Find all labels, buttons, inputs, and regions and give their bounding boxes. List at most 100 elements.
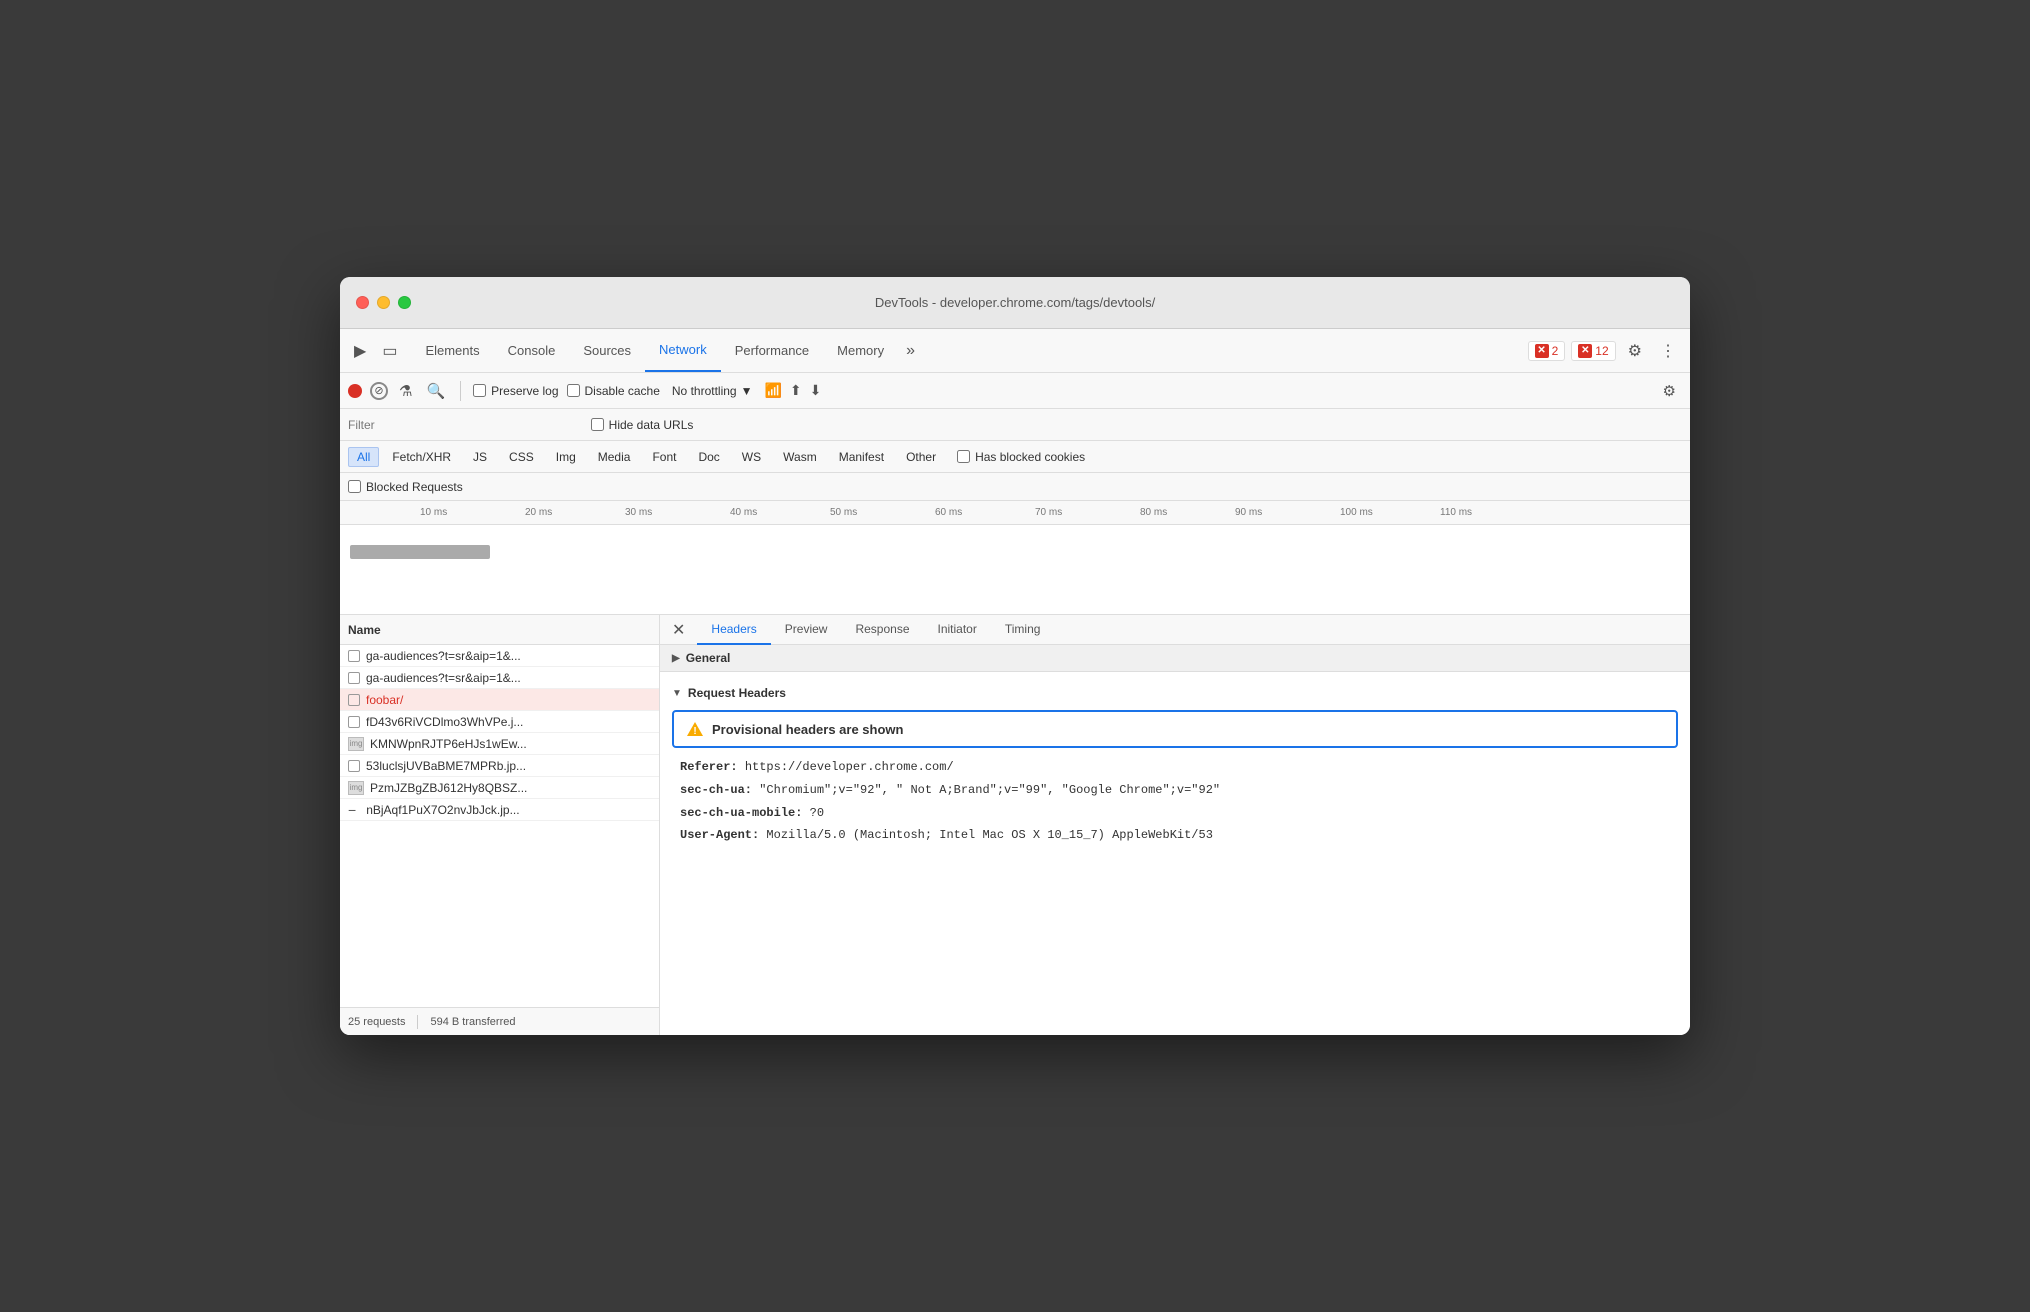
close-panel-button[interactable]: ✕ bbox=[668, 618, 693, 642]
tick-70ms: 70 ms bbox=[1035, 507, 1062, 518]
blocked-requests-checkbox[interactable]: Blocked Requests bbox=[348, 480, 463, 494]
request-name: fD43v6RiVCDlmo3WhVPe.j... bbox=[366, 715, 651, 729]
error-count-badge[interactable]: ✕ 2 bbox=[1528, 341, 1566, 361]
type-btn-js[interactable]: JS bbox=[464, 447, 496, 467]
request-checkbox[interactable] bbox=[348, 650, 360, 662]
type-btn-other[interactable]: Other bbox=[897, 447, 945, 467]
preserve-log-input[interactable] bbox=[473, 384, 486, 397]
general-section-header[interactable]: ▶ General bbox=[660, 645, 1690, 672]
request-checkbox[interactable] bbox=[348, 694, 360, 706]
close-button[interactable] bbox=[356, 296, 369, 309]
device-icon[interactable]: ▭ bbox=[376, 337, 403, 365]
tick-110ms: 110 ms bbox=[1440, 507, 1472, 518]
tab-memory[interactable]: Memory bbox=[823, 329, 898, 372]
header-value: ?0 bbox=[810, 806, 824, 820]
type-btn-doc[interactable]: Doc bbox=[689, 447, 728, 467]
type-btn-font[interactable]: Font bbox=[643, 447, 685, 467]
clear-button[interactable]: ⊘ bbox=[370, 382, 388, 400]
headers-panel: ✕ Headers Preview Response Initiator Tim… bbox=[660, 615, 1690, 1035]
request-item[interactable]: − nBjAqf1PuX7O2nvJbJck.jp... bbox=[340, 799, 659, 821]
window-title: DevTools - developer.chrome.com/tags/dev… bbox=[875, 295, 1155, 310]
request-item[interactable]: ga-audiences?t=sr&aip=1&... bbox=[340, 667, 659, 689]
requests-list: ga-audiences?t=sr&aip=1&... ga-audiences… bbox=[340, 645, 659, 1007]
request-checkbox[interactable] bbox=[348, 672, 360, 684]
request-checkbox[interactable] bbox=[348, 760, 360, 772]
type-btn-all[interactable]: All bbox=[348, 447, 379, 467]
tab-headers[interactable]: Headers bbox=[697, 615, 770, 645]
tab-network[interactable]: Network bbox=[645, 329, 721, 372]
type-btn-img[interactable]: Img bbox=[547, 447, 585, 467]
header-key: sec-ch-ua-mobile: bbox=[680, 806, 802, 820]
cursor-icon[interactable]: ▶ bbox=[348, 337, 372, 365]
wifi-icon[interactable]: 📶 bbox=[764, 382, 781, 399]
warning-count-badge[interactable]: ✕ 12 bbox=[1571, 341, 1615, 361]
filter-icon[interactable]: ⚗ bbox=[396, 379, 415, 403]
disable-cache-input[interactable] bbox=[567, 384, 580, 397]
throttle-dropdown-arrow: ▼ bbox=[741, 384, 753, 398]
tick-20ms: 20 ms bbox=[525, 507, 552, 518]
network-settings-icon[interactable]: ⚙ bbox=[1657, 378, 1682, 404]
search-icon[interactable]: 🔍 bbox=[423, 379, 448, 403]
maximize-button[interactable] bbox=[398, 296, 411, 309]
request-item[interactable]: 53luclsjUVBaBME7MPRb.jp... bbox=[340, 755, 659, 777]
tab-timing[interactable]: Timing bbox=[991, 615, 1055, 645]
disable-cache-checkbox[interactable]: Disable cache bbox=[567, 384, 660, 398]
type-btn-ws[interactable]: WS bbox=[733, 447, 770, 467]
header-key: User-Agent: bbox=[680, 828, 759, 842]
minimize-button[interactable] bbox=[377, 296, 390, 309]
tab-elements[interactable]: Elements bbox=[411, 329, 493, 372]
tab-response[interactable]: Response bbox=[841, 615, 923, 645]
timeline-ruler: 10 ms 20 ms 30 ms 40 ms 50 ms 60 ms 70 m… bbox=[340, 501, 1690, 525]
type-btn-fetch-xhr[interactable]: Fetch/XHR bbox=[383, 447, 460, 467]
blocked-requests-input[interactable] bbox=[348, 480, 361, 493]
blocked-cookies-checkbox[interactable]: Has blocked cookies bbox=[957, 450, 1085, 464]
download-icon[interactable]: ⬇ bbox=[810, 382, 822, 399]
more-tabs-button[interactable]: » bbox=[898, 338, 923, 364]
transferred-size: 594 B transferred bbox=[430, 1016, 515, 1028]
svg-text:!: ! bbox=[693, 726, 696, 737]
type-btn-manifest[interactable]: Manifest bbox=[830, 447, 893, 467]
tick-10ms: 10 ms bbox=[420, 507, 447, 518]
tab-preview[interactable]: Preview bbox=[771, 615, 842, 645]
record-button[interactable] bbox=[348, 384, 362, 398]
type-btn-wasm[interactable]: Wasm bbox=[774, 447, 826, 467]
type-btn-css[interactable]: CSS bbox=[500, 447, 543, 467]
request-headers-title[interactable]: ▼ Request Headers bbox=[660, 680, 1690, 706]
tick-60ms: 60 ms bbox=[935, 507, 962, 518]
blocked-requests-bar: Blocked Requests bbox=[340, 473, 1690, 501]
tick-40ms: 40 ms bbox=[730, 507, 757, 518]
warning-triangle-icon: ! bbox=[686, 720, 704, 738]
type-filter-bar: All Fetch/XHR JS CSS Img Media Font Doc … bbox=[340, 441, 1690, 473]
header-row-sec-ch-ua-mobile: sec-ch-ua-mobile: ?0 bbox=[660, 802, 1690, 825]
network-toolbar: ⊘ ⚗ 🔍 Preserve log Disable cache No thro… bbox=[340, 373, 1690, 409]
warning-icon: ✕ bbox=[1578, 344, 1592, 358]
hide-data-urls-checkbox[interactable]: Hide data URLs bbox=[591, 418, 694, 432]
header-value: Mozilla/5.0 (Macintosh; Intel Mac OS X 1… bbox=[766, 828, 1212, 842]
headers-content: ▶ General ▼ Request Headers ! bbox=[660, 645, 1690, 1035]
request-item[interactable]: img PzmJZBgZBJ612Hy8QBSZ... bbox=[340, 777, 659, 799]
request-headers-section: ▼ Request Headers ! Provisional headers … bbox=[660, 672, 1690, 855]
request-name: 53luclsjUVBaBME7MPRb.jp... bbox=[366, 759, 651, 773]
devtools-tabs-bar: ▶ ▭ Elements Console Sources Network Per… bbox=[340, 329, 1690, 373]
blocked-cookies-input[interactable] bbox=[957, 450, 970, 463]
request-item-foobar[interactable]: foobar/ bbox=[340, 689, 659, 711]
tab-initiator[interactable]: Initiator bbox=[924, 615, 991, 645]
request-checkbox[interactable] bbox=[348, 716, 360, 728]
type-btn-media[interactable]: Media bbox=[589, 447, 640, 467]
tab-performance[interactable]: Performance bbox=[721, 329, 823, 372]
header-row-referer: Referer: https://developer.chrome.com/ bbox=[660, 756, 1690, 779]
request-item[interactable]: img KMNWpnRJTP6eHJs1wEw... bbox=[340, 733, 659, 755]
header-value: https://developer.chrome.com/ bbox=[745, 760, 954, 774]
tab-console[interactable]: Console bbox=[494, 329, 570, 372]
more-options-icon[interactable]: ⋮ bbox=[1654, 337, 1682, 365]
upload-icon[interactable]: ⬆ bbox=[790, 382, 802, 399]
minus-icon: − bbox=[348, 802, 356, 818]
throttle-selector[interactable]: No throttling ▼ bbox=[668, 382, 757, 400]
settings-icon[interactable]: ⚙ bbox=[1622, 337, 1648, 365]
preserve-log-checkbox[interactable]: Preserve log bbox=[473, 384, 558, 398]
tab-sources[interactable]: Sources bbox=[569, 329, 645, 372]
request-item[interactable]: ga-audiences?t=sr&aip=1&... bbox=[340, 645, 659, 667]
hide-data-urls-input[interactable] bbox=[591, 418, 604, 431]
tick-50ms: 50 ms bbox=[830, 507, 857, 518]
request-item[interactable]: fD43v6RiVCDlmo3WhVPe.j... bbox=[340, 711, 659, 733]
